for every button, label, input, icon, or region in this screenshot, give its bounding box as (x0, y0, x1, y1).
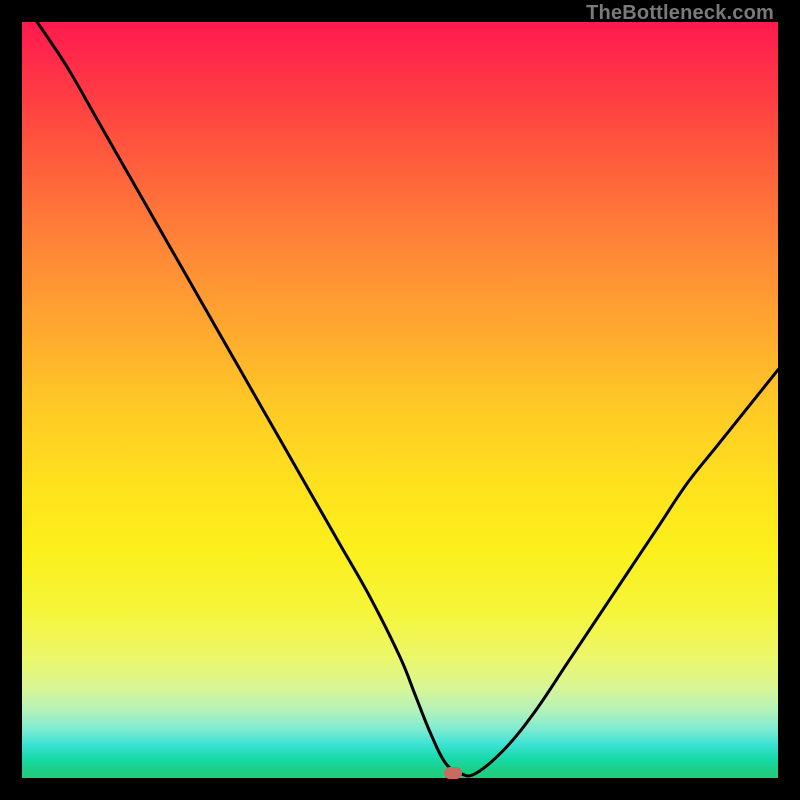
plot-area (22, 22, 778, 778)
bottleneck-curve (22, 22, 778, 778)
curve-path (37, 22, 778, 776)
minimum-marker (444, 767, 462, 779)
chart-container: TheBottleneck.com (0, 0, 800, 800)
watermark-text: TheBottleneck.com (586, 2, 774, 25)
